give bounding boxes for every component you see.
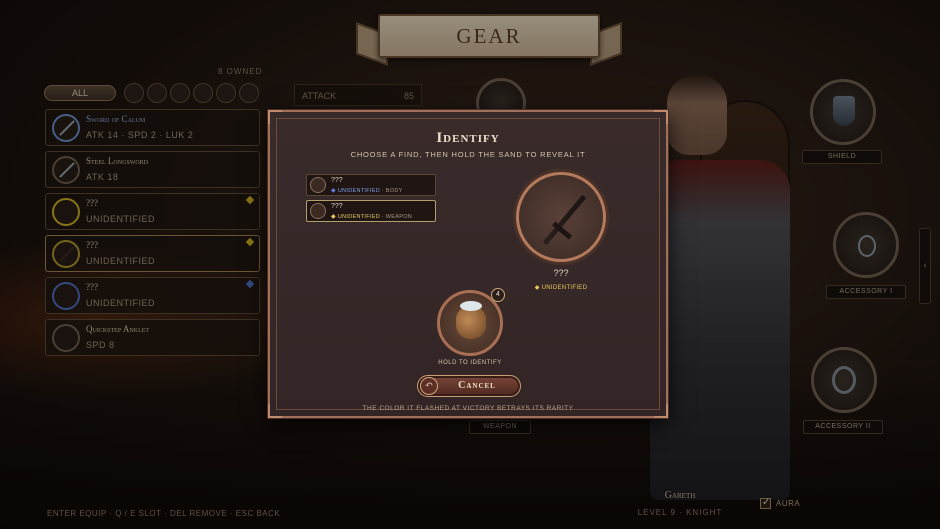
find-type: BODY <box>385 188 403 194</box>
find-name: ??? <box>331 177 343 184</box>
find-status-label: UNIDENTIFIED <box>337 188 380 194</box>
back-icon: ↶ <box>420 377 438 395</box>
find-type: WEAPON <box>385 214 413 220</box>
find-item-selected[interactable]: ??? ◆ UNIDENTIFIED · WEAPON <box>306 200 436 222</box>
identify-dialog: Identify CHOOSE A FIND, THEN HOLD THE SA… <box>268 110 668 418</box>
find-name: ??? <box>331 203 343 210</box>
find-item[interactable]: ??? ◆ UNIDENTIFIED · BODY <box>306 174 436 196</box>
unknown-find-icon <box>310 177 326 193</box>
item-preview-orb <box>516 172 606 262</box>
find-status: ◆ UNIDENTIFIED · WEAPON <box>331 213 412 220</box>
rarity-dot-icon: ◆ <box>331 188 338 194</box>
cancel-label: Cancel <box>458 380 496 391</box>
sand-bag-icon <box>456 307 486 339</box>
corner-ornament <box>654 110 668 124</box>
preview-status-label: UNIDENTIFIED <box>541 285 588 291</box>
find-status: ◆ UNIDENTIFIED · BODY <box>331 187 403 194</box>
sand-pile-icon <box>460 301 482 311</box>
dialog-subtitle: CHOOSE A FIND, THEN HOLD THE SAND TO REV… <box>350 150 586 159</box>
rarity-dot-icon: ◆ <box>331 214 338 220</box>
sand-count-badge: 4 <box>491 288 505 302</box>
corner-ornament <box>268 110 282 124</box>
dialog-frame <box>276 118 660 410</box>
dialog-title: Identify <box>436 130 500 146</box>
sword-silhouette-icon <box>542 194 587 246</box>
hold-to-identify-label: HOLD TO IDENTIFY <box>438 360 502 366</box>
find-status-label: UNIDENTIFIED <box>337 214 380 220</box>
cancel-button[interactable]: ↶ Cancel <box>417 375 521 397</box>
preview-status: ◆ UNIDENTIFIED <box>534 285 588 291</box>
sword-icon <box>310 203 326 219</box>
preview-name: ??? <box>553 268 569 278</box>
rarity-hint: THE COLOR IT FLASHED AT VICTORY BETRAYS … <box>362 405 574 412</box>
